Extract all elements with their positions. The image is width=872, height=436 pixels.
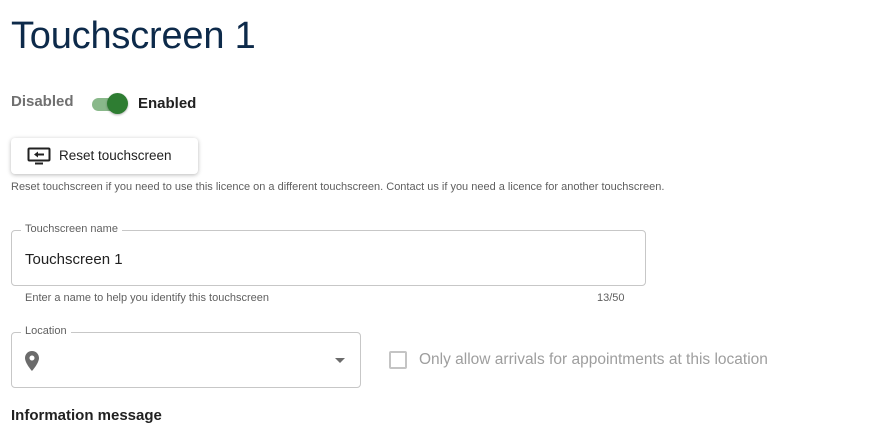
- reset-screen-icon: [27, 147, 51, 165]
- toggle-thumb: [107, 93, 128, 114]
- touchscreen-name-field: Touchscreen name: [11, 223, 646, 286]
- page-title: Touchscreen 1: [11, 15, 256, 57]
- touchscreen-name-label: Touchscreen name: [21, 223, 122, 235]
- location-pin-icon: [25, 351, 39, 371]
- touchscreen-name-input[interactable]: [25, 249, 625, 269]
- caret-down-icon: [335, 358, 345, 363]
- arrivals-checkbox-label: Only allow arrivals for appointments at …: [419, 351, 768, 368]
- disabled-label: Disabled: [11, 93, 74, 110]
- reset-touchscreen-label: Reset touchscreen: [59, 148, 172, 163]
- touchscreen-settings-page: Touchscreen 1 Disabled Enabled Reset tou…: [0, 0, 872, 436]
- location-select[interactable]: Location: [11, 325, 361, 388]
- touchscreen-name-helper: Enter a name to help you identify this t…: [25, 292, 269, 304]
- touchscreen-name-counter: 13/50: [597, 292, 625, 304]
- location-label: Location: [21, 325, 71, 337]
- enabled-label: Enabled: [138, 95, 197, 112]
- arrivals-location-checkbox[interactable]: [389, 351, 407, 369]
- reset-help-text: Reset touchscreen if you need to use thi…: [11, 181, 665, 193]
- reset-touchscreen-button[interactable]: Reset touchscreen: [11, 138, 198, 174]
- information-message-heading: Information message: [11, 407, 162, 424]
- enabled-toggle-switch[interactable]: [91, 92, 129, 114]
